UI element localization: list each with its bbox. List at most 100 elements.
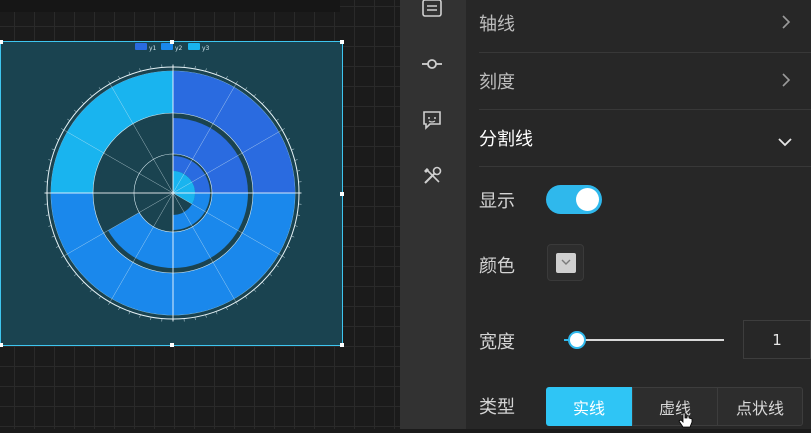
legend-swatch-y1 (135, 43, 147, 50)
polar-tick (254, 94, 256, 96)
polar-tick (297, 215, 300, 216)
polar-tick (295, 226, 298, 227)
polar-tick (48, 160, 51, 161)
polar-tick (48, 226, 51, 227)
polar-tick (262, 102, 264, 104)
polar-tick (195, 317, 196, 320)
polar-tick (140, 315, 141, 318)
polar-tick (129, 311, 130, 314)
chevron-down-icon (561, 259, 571, 266)
list-icon[interactable] (420, 0, 444, 21)
polar-tick (129, 72, 130, 75)
polar-tick (99, 296, 101, 298)
polar-tick (226, 76, 227, 79)
resize-handle-top[interactable] (170, 40, 174, 44)
polar-tick (99, 87, 101, 89)
polar-tick (216, 311, 217, 314)
polar-tick (82, 282, 84, 284)
polar-tick (236, 302, 238, 305)
section-axis-line-label: 轴线 (479, 10, 515, 36)
legend-label-y2: y2 (175, 45, 183, 52)
canvas-top-strip (0, 0, 340, 12)
polar-tick (109, 81, 111, 84)
polar-tick (254, 290, 256, 292)
section-ticks-label: 刻度 (479, 68, 515, 94)
polar-tick (74, 110, 76, 112)
polar-tick (287, 246, 290, 247)
show-toggle[interactable] (546, 185, 602, 214)
polar-tick (291, 236, 294, 237)
commit-node-icon[interactable] (420, 52, 444, 76)
polar-tick (90, 290, 92, 292)
polar-tick (151, 66, 152, 69)
polar-tick (276, 119, 278, 121)
polar-tick (276, 265, 278, 267)
chevron-right-icon (781, 72, 791, 92)
resize-handle-bottom-right[interactable] (340, 343, 344, 347)
polar-tick (67, 265, 69, 267)
polar-tick (295, 160, 298, 161)
section-split-line[interactable]: 分割线 (466, 110, 811, 166)
section-split-line-label: 分割线 (479, 125, 533, 151)
polar-tick (151, 317, 152, 320)
polar-tick (226, 307, 227, 310)
polar-tick (195, 66, 196, 69)
property-panel: 轴线 刻度 分割线 显示 颜色 宽度 1 类型 实线 虚线 点状线 (466, 0, 811, 429)
polar-tick (262, 282, 264, 284)
chat-emoji-icon[interactable] (420, 108, 444, 132)
line-type-dotted[interactable]: 点状线 (717, 387, 803, 426)
polar-tick (74, 274, 76, 276)
resize-handle-bottom[interactable] (170, 343, 174, 347)
polar-tick (56, 138, 59, 139)
width-slider-handle[interactable] (568, 331, 586, 349)
config-toolbar (400, 0, 466, 429)
chart-legend: y1 y2 y3 (135, 43, 210, 52)
polar-bar-chart: y1 y2 y3 (1, 42, 344, 347)
polar-tick (118, 76, 119, 79)
polar-tick (282, 129, 285, 131)
divider (479, 166, 811, 167)
polar-tick (52, 236, 55, 237)
polar-tick (206, 315, 207, 318)
line-type-solid[interactable]: 实线 (546, 387, 632, 426)
show-label: 显示 (479, 187, 515, 213)
width-number-input[interactable]: 1 (743, 320, 811, 359)
color-picker[interactable] (547, 244, 584, 281)
line-type-dashed[interactable]: 虚线 (632, 387, 718, 426)
resize-handle-right[interactable] (340, 192, 344, 196)
polar-tick (46, 171, 49, 172)
legend-swatch-y2 (161, 43, 173, 50)
polar-tick (291, 149, 294, 150)
resize-handle-top-right[interactable] (340, 40, 344, 44)
section-ticks[interactable]: 刻度 (466, 53, 811, 109)
chevron-right-icon (781, 14, 791, 34)
tools-icon[interactable] (420, 164, 444, 188)
polar-tick (206, 68, 207, 71)
polar-tick (245, 87, 247, 89)
editor-canvas[interactable]: y1 y2 y3 (0, 0, 400, 429)
polar-tick (236, 81, 238, 84)
width-label: 宽度 (479, 328, 515, 354)
width-slider-track[interactable] (564, 339, 724, 341)
polar-tick (82, 102, 84, 104)
polar-tick (61, 256, 64, 258)
legend-label-y3: y3 (202, 45, 210, 52)
resize-handle-top-left[interactable] (0, 40, 3, 44)
polar-chart-body (44, 64, 302, 322)
polar-tick (118, 307, 119, 310)
color-swatch-inner (556, 253, 576, 273)
resize-handle-bottom-left[interactable] (0, 343, 3, 347)
toggle-knob (576, 188, 599, 211)
section-axis-line[interactable]: 轴线 (466, 0, 811, 51)
polar-tick (282, 256, 285, 258)
polar-tick (109, 302, 111, 305)
polar-tick (67, 119, 69, 121)
polar-tick (270, 274, 272, 276)
polar-tick (61, 129, 64, 131)
chart-component[interactable]: y1 y2 y3 (0, 41, 343, 346)
polar-tick (56, 246, 59, 247)
polar-tick (245, 296, 247, 298)
legend-swatch-y3 (188, 43, 200, 50)
polar-tick (52, 149, 55, 150)
polar-tick (287, 138, 290, 139)
